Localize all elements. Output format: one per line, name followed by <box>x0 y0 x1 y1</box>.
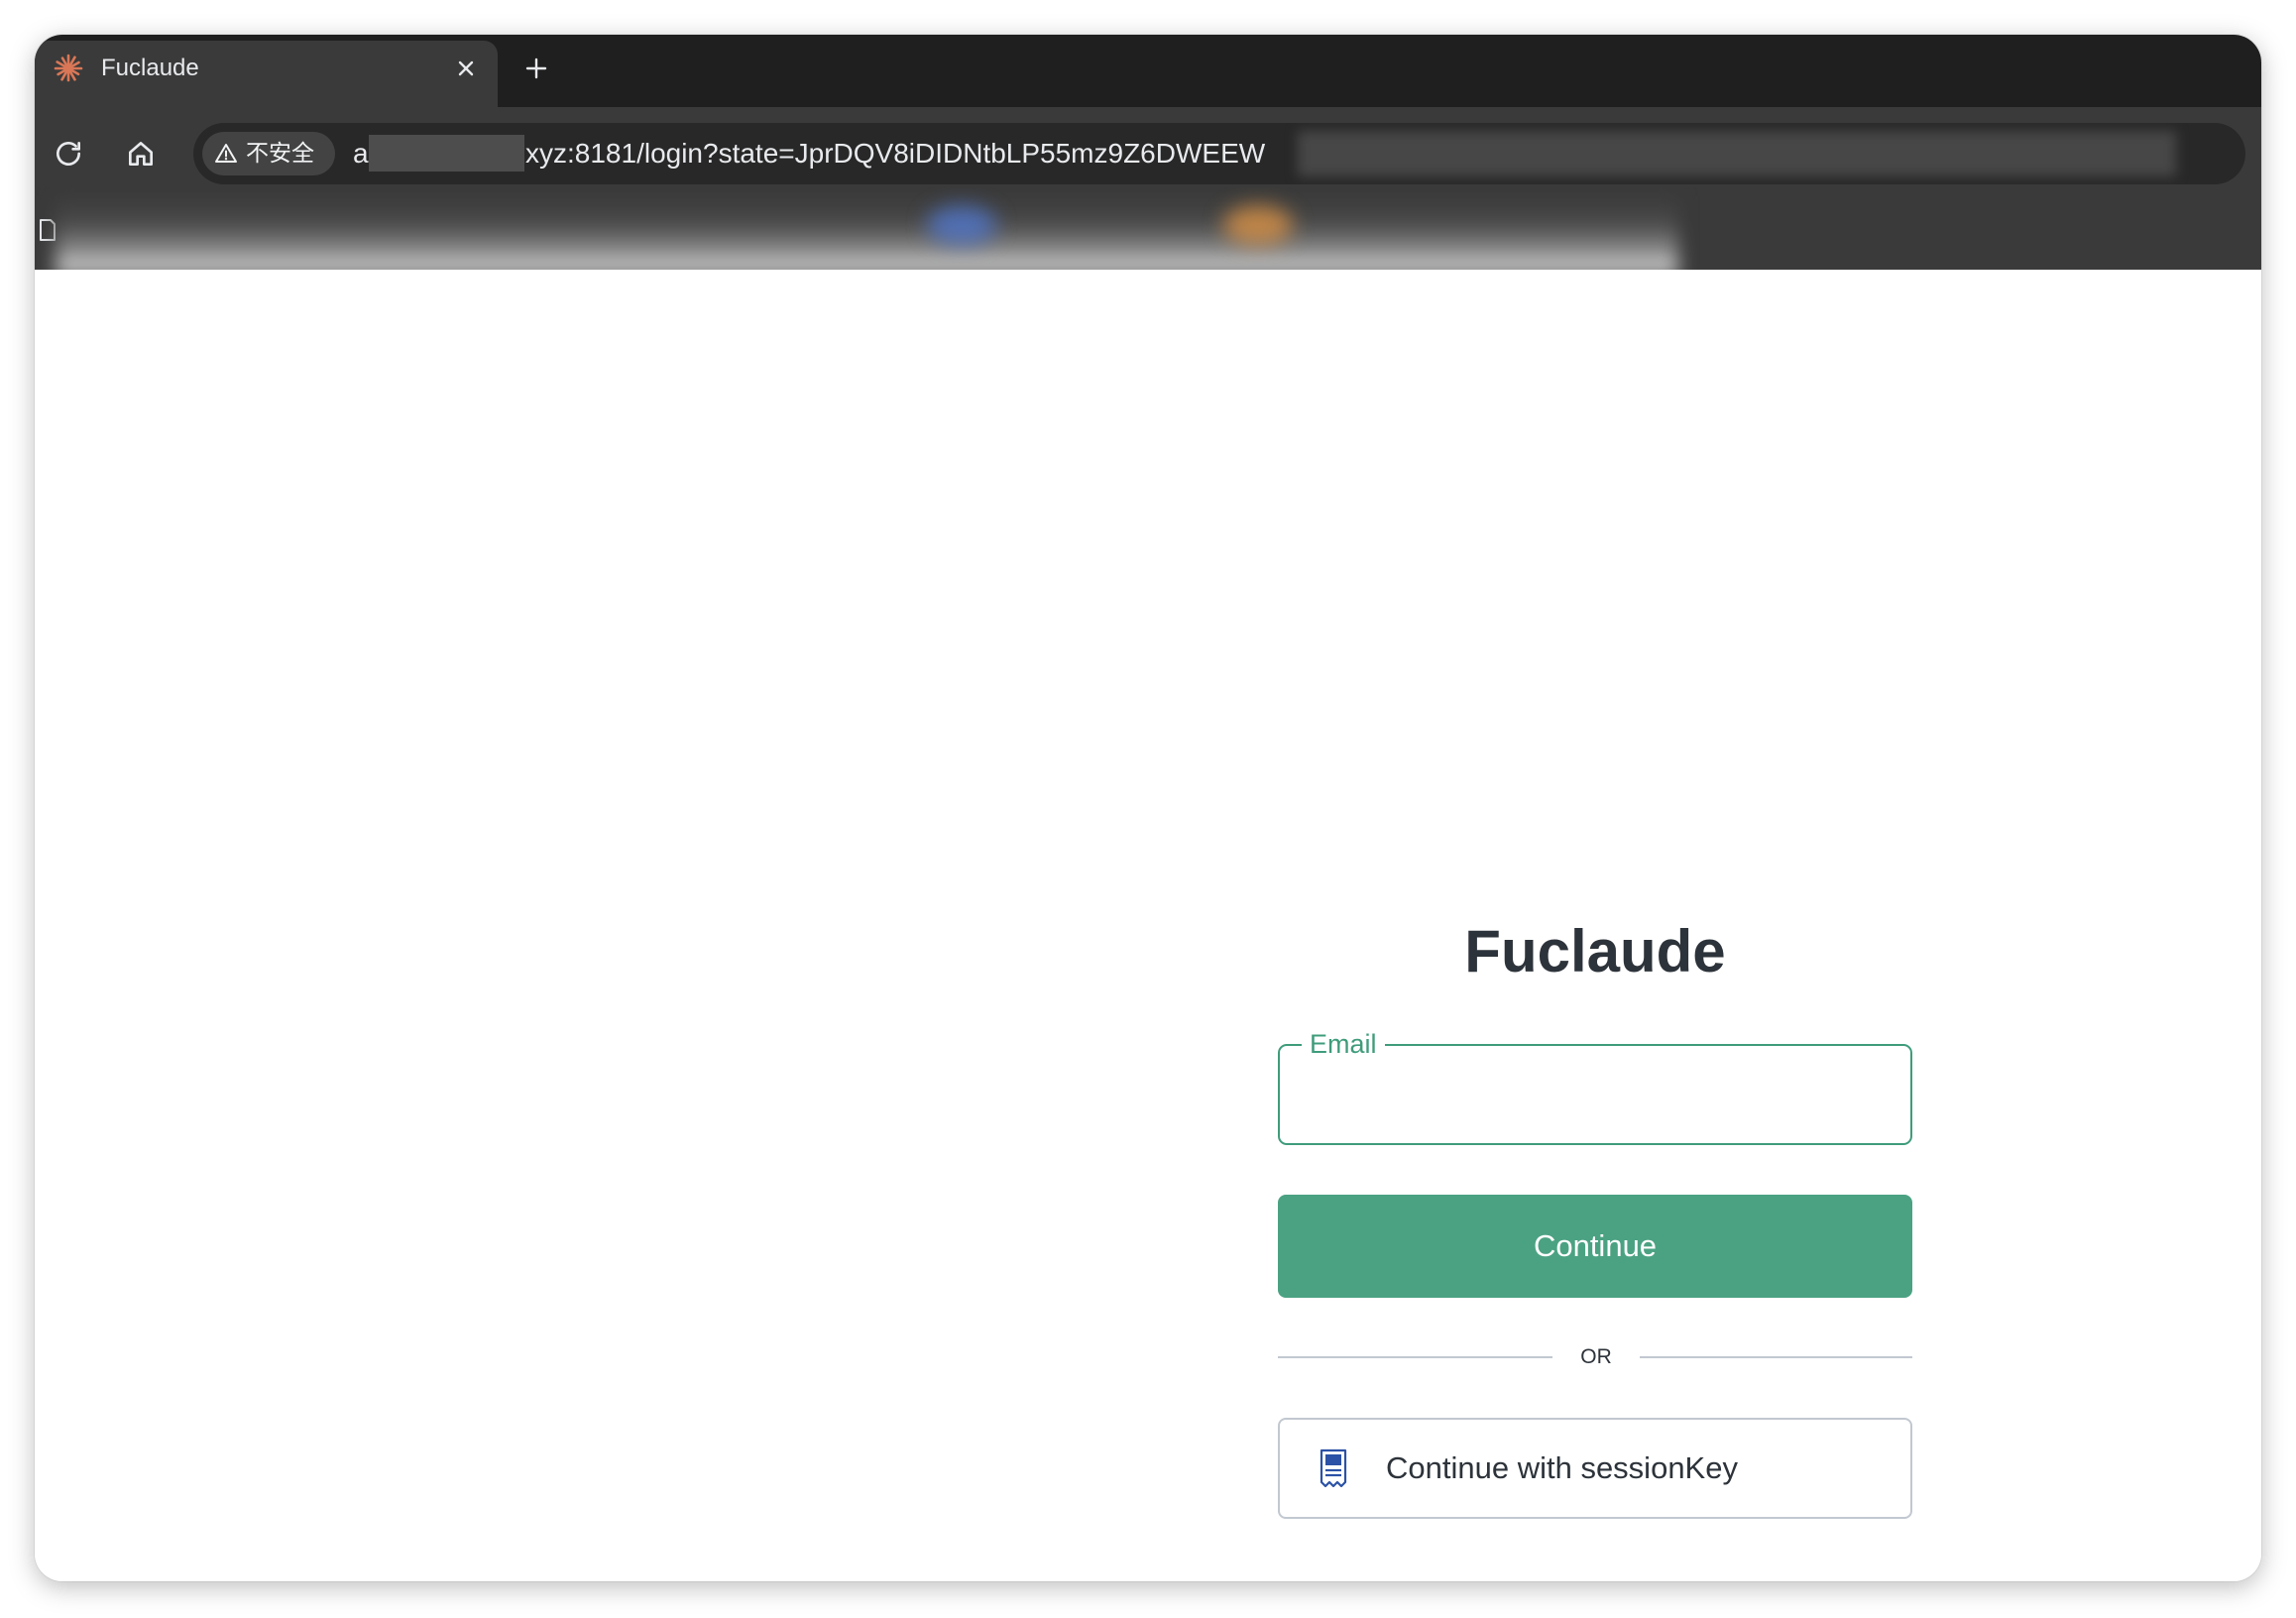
security-chip[interactable]: 不安全 <box>202 132 335 175</box>
tab-strip: Fuclaude <box>35 35 2261 107</box>
tab-fuclaude[interactable]: Fuclaude <box>35 41 498 107</box>
claude-starburst-icon <box>54 54 83 82</box>
url-text: xyz:8181/login?state=JprDQV8iDIDNtbLP55m… <box>525 138 1266 169</box>
email-input[interactable] <box>1280 1046 1910 1143</box>
tab-title: Fuclaude <box>101 55 199 81</box>
browser-toolbar: 不安全 a xyz:8181/login?state=JprDQV8iDIDNt… <box>35 107 2261 187</box>
login-page: Fuclaude Email Continue OR Continue with… <box>35 270 2261 1581</box>
security-label: 不安全 <box>246 141 314 167</box>
home-icon[interactable] <box>125 138 157 170</box>
divider-line-right <box>1640 1356 1912 1358</box>
bookmark-blur-blob <box>927 205 996 245</box>
browser-window: Fuclaude 不安全 a xyz:8181/login?state=JprD… <box>35 35 2261 1581</box>
divider-label: OR <box>1580 1345 1612 1368</box>
bookmarks-bar <box>35 187 2261 270</box>
url-redaction <box>369 135 524 172</box>
reload-icon[interactable] <box>53 138 84 170</box>
page-title: Fuclaude <box>1464 918 1726 984</box>
email-field[interactable]: Email <box>1278 1028 1912 1145</box>
receipt-icon <box>1320 1448 1347 1488</box>
session-button-label: Continue with sessionKey <box>1386 1450 1738 1485</box>
continue-with-sessionkey-button[interactable]: Continue with sessionKey <box>1278 1418 1912 1519</box>
divider-line-left <box>1278 1356 1552 1358</box>
document-icon[interactable] <box>39 218 57 242</box>
bookmarks-blurred-region <box>56 196 1678 270</box>
continue-button[interactable]: Continue <box>1278 1195 1912 1298</box>
address-bar[interactable]: 不安全 a xyz:8181/login?state=JprDQV8iDIDNt… <box>193 123 2245 184</box>
bookmark-blur-blob <box>1223 205 1293 245</box>
warning-triangle-icon <box>215 144 237 163</box>
url-prefix: a <box>353 138 369 169</box>
email-label: Email <box>1302 1028 1385 1060</box>
url-blurred-region <box>1298 131 2176 176</box>
close-icon[interactable] <box>454 57 478 80</box>
plus-icon[interactable] <box>523 56 549 81</box>
